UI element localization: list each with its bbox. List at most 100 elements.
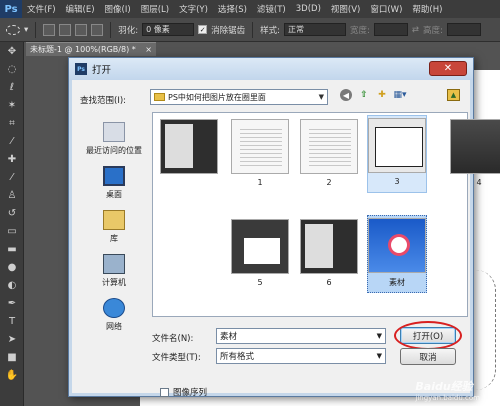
pen-tool-icon[interactable]: ✒ xyxy=(3,296,21,311)
options-bar: ▾ 羽化: 0 像素 ✓ 消除锯齿 样式: 正常 宽度: ⇄ 高度: xyxy=(0,18,500,42)
file-item[interactable]: 6 xyxy=(299,217,359,295)
close-dialog-button[interactable]: ✕ xyxy=(429,61,467,76)
move-tool-icon[interactable]: ✥ xyxy=(3,44,21,59)
up-folder-icon[interactable]: ⇧ xyxy=(358,89,370,101)
watermark-text: Baidu经验 xyxy=(415,380,473,393)
look-in-value: PS中如何把图片放在圈里面 xyxy=(168,92,266,102)
path-select-icon[interactable]: ➤ xyxy=(3,332,21,347)
image-sequence-label: 图像序列 xyxy=(173,388,208,398)
subtract-selection-icon[interactable] xyxy=(75,23,88,36)
place-label: 桌面 xyxy=(106,190,122,199)
chevron-down-icon: ▼ xyxy=(318,93,324,101)
magic-wand-icon[interactable]: ✶ xyxy=(3,98,21,113)
file-name-value: 素材 xyxy=(220,332,238,342)
eraser-tool-icon[interactable]: ▭ xyxy=(3,224,21,239)
folder-options-icon[interactable]: ▲ xyxy=(447,89,460,101)
file-type-select[interactable]: 所有格式 ▼ xyxy=(216,348,386,364)
hand-tool-icon[interactable]: ✋ xyxy=(3,368,21,383)
place-label: 库 xyxy=(110,234,118,243)
image-sequence-checkbox[interactable] xyxy=(160,387,169,397)
file-item[interactable]: 5 xyxy=(230,217,290,295)
photoshop-logo: Ps xyxy=(0,0,22,18)
file-item[interactable]: 4 xyxy=(449,117,500,195)
type-tool-icon[interactable]: T xyxy=(3,314,21,329)
healing-brush-icon[interactable]: ✚ xyxy=(3,152,21,167)
file-thumbnail xyxy=(231,119,289,174)
file-name: 1 xyxy=(257,178,263,187)
file-item-selected[interactable]: 素材 xyxy=(367,215,427,293)
swap-icon[interactable]: ⇄ xyxy=(412,25,419,35)
file-name-label: 文件名(N): xyxy=(152,334,194,344)
feather-input[interactable]: 0 像素 xyxy=(142,23,195,36)
add-selection-icon[interactable] xyxy=(59,23,72,36)
document-tab[interactable]: 未标题-1 @ 100%(RGB/8) * × xyxy=(26,42,156,56)
place-network[interactable]: 网络 xyxy=(78,288,150,332)
chevron-down-icon[interactable]: ▼ xyxy=(377,332,382,340)
blur-tool-icon[interactable]: ● xyxy=(3,260,21,275)
place-label: 最近访问的位置 xyxy=(86,146,142,155)
new-folder-icon[interactable]: ✚ xyxy=(376,89,388,101)
crop-tool-icon[interactable]: ⌗ xyxy=(3,116,21,131)
menu-select[interactable]: 选择(S) xyxy=(213,3,252,15)
cancel-button[interactable]: 取消 xyxy=(400,348,456,365)
place-recent[interactable]: 最近访问的位置 xyxy=(78,112,150,156)
height-input[interactable] xyxy=(446,23,481,36)
dialog-titlebar[interactable]: Ps 打开 xyxy=(69,58,473,80)
marquee-tool-icon[interactable]: ◌ xyxy=(3,62,21,77)
place-libraries[interactable]: 库 xyxy=(78,200,150,244)
dodge-tool-icon[interactable]: ◐ xyxy=(3,278,21,293)
menu-help[interactable]: 帮助(H) xyxy=(407,3,447,15)
lasso-tool-icon[interactable]: ℓ xyxy=(3,80,21,95)
tool-preset-arrow-icon[interactable]: ▾ xyxy=(24,25,28,35)
intersect-selection-icon[interactable] xyxy=(91,23,104,36)
desktop-icon xyxy=(103,166,125,186)
place-label: 计算机 xyxy=(102,278,126,287)
place-desktop[interactable]: 桌面 xyxy=(78,156,150,200)
elliptical-selection xyxy=(476,270,496,390)
close-tab-icon[interactable]: × xyxy=(145,45,152,54)
menu-layer[interactable]: 图层(L) xyxy=(136,3,174,15)
recent-places-icon xyxy=(103,122,125,142)
menu-3d[interactable]: 3D(D) xyxy=(291,4,326,14)
shape-tool-icon[interactable]: ■ xyxy=(3,350,21,365)
place-computer[interactable]: 计算机 xyxy=(78,244,150,288)
menu-window[interactable]: 窗口(W) xyxy=(365,3,407,15)
network-icon xyxy=(103,298,125,318)
stamp-tool-icon[interactable]: ♙ xyxy=(3,188,21,203)
dialog-body: 查找范围(I): PS中如何把图片放在圈里面 ▼ ◀ ⇧ ✚ ▦▾ ▲ 最近访问… xyxy=(72,80,500,398)
open-dialog: Ps 打开 ✕ 查找范围(I): PS中如何把图片放在圈里面 ▼ ◀ ⇧ ✚ ▦… xyxy=(68,57,500,398)
file-name: 5 xyxy=(257,278,263,287)
height-label: 高度: xyxy=(423,25,443,36)
menu-file[interactable]: 文件(F) xyxy=(22,3,61,15)
new-selection-icon[interactable] xyxy=(43,23,56,36)
watermark-sub: jingyan.baidu.com xyxy=(415,394,480,402)
menu-type[interactable]: 文字(Y) xyxy=(174,3,213,15)
image-sequence-option[interactable]: 图像序列 xyxy=(160,386,207,398)
brush-tool-icon[interactable]: ⁄ xyxy=(3,170,21,185)
gradient-tool-icon[interactable]: ▬ xyxy=(3,242,21,257)
elliptical-marquee-icon[interactable] xyxy=(6,24,20,35)
navigation-buttons: ◀ ⇧ ✚ ▦▾ xyxy=(340,89,407,101)
file-item[interactable]: 1 xyxy=(230,117,290,195)
folder-icon xyxy=(154,93,165,101)
file-item[interactable]: 2 xyxy=(299,117,359,195)
dialog-title: 打开 xyxy=(92,65,112,76)
menu-edit[interactable]: 编辑(E) xyxy=(61,3,100,15)
menu-image[interactable]: 图像(I) xyxy=(100,3,136,15)
style-select[interactable]: 正常 xyxy=(284,23,347,36)
eyedropper-icon[interactable]: ⁄ xyxy=(3,134,21,149)
history-brush-icon[interactable]: ↺ xyxy=(3,206,21,221)
menu-view[interactable]: 视图(V) xyxy=(326,3,365,15)
file-name: 素材 xyxy=(389,278,405,287)
file-type-value: 所有格式 xyxy=(220,352,255,362)
file-item[interactable] xyxy=(159,117,219,195)
file-item[interactable]: 3 xyxy=(367,115,427,193)
antialias-checkbox[interactable]: ✓ xyxy=(198,25,208,34)
menu-filter[interactable]: 滤镜(T) xyxy=(252,3,291,15)
back-icon[interactable]: ◀ xyxy=(340,89,352,101)
look-in-select[interactable]: PS中如何把图片放在圈里面 ▼ xyxy=(150,89,328,105)
view-menu-icon[interactable]: ▦▾ xyxy=(393,89,406,101)
file-name-input[interactable]: 素材 ▼ xyxy=(216,328,386,344)
width-input[interactable] xyxy=(373,23,408,36)
file-thumbnail xyxy=(368,118,426,173)
